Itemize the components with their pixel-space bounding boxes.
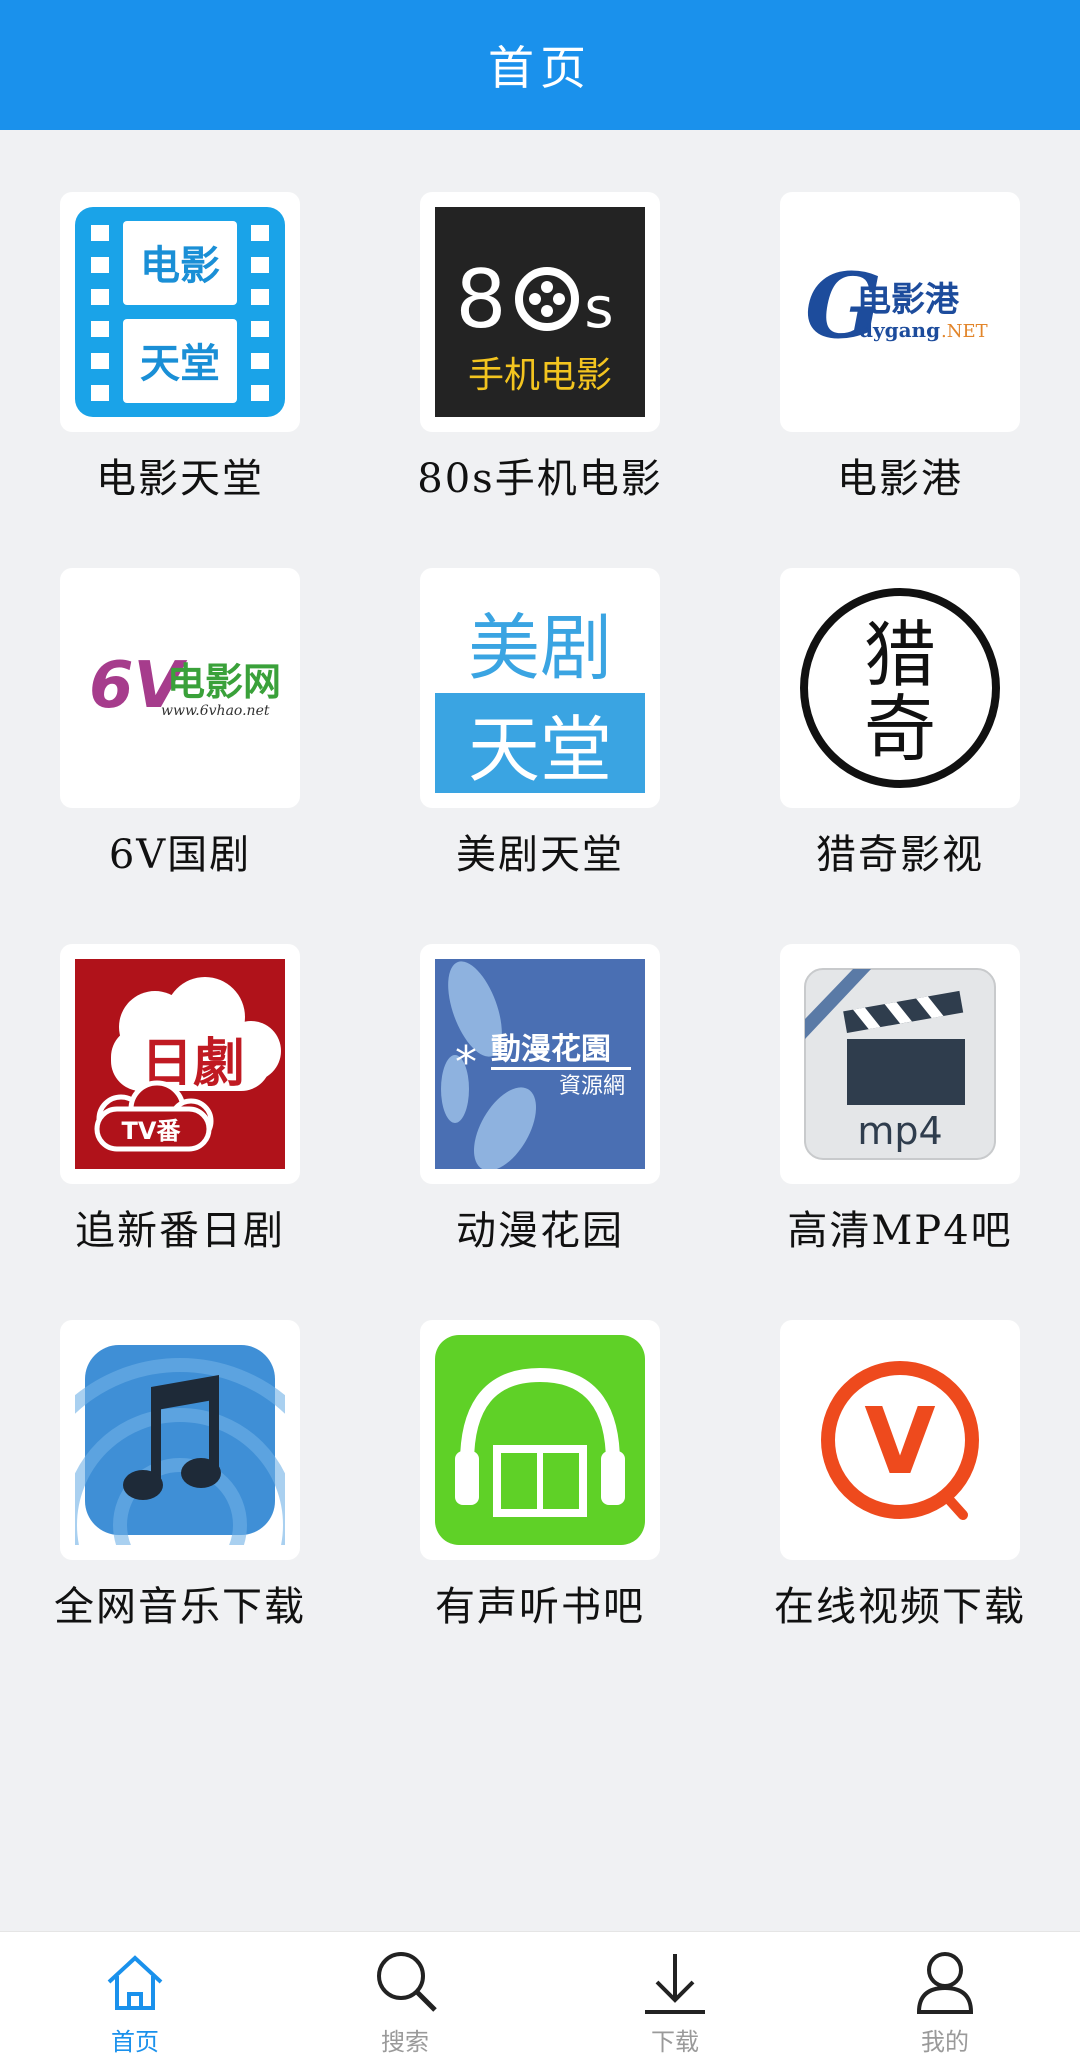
app-tile-video-download[interactable]: V 在线视频下载 xyxy=(720,1258,1080,1634)
app-tile-music[interactable]: 全网音乐下载 xyxy=(0,1258,360,1634)
app-icon-button[interactable]: mp4 xyxy=(780,944,1020,1184)
app-icon-button[interactable]: 电影 天堂 xyxy=(60,192,300,432)
logo-text-bottom: 天堂 xyxy=(140,341,220,387)
app-icon-button[interactable]: 美剧 天堂 xyxy=(420,568,660,808)
app-tile-80s[interactable]: 8 s 手机电影 80s手机电影 xyxy=(360,130,720,506)
mp4-clapper-logo-icon: mp4 xyxy=(795,959,1005,1169)
app-label: 高清MP4吧 xyxy=(787,1208,1013,1254)
tab-label: 我的 xyxy=(921,2028,969,2056)
svg-text:*: * xyxy=(455,1037,477,1088)
logo-text-8: 8 xyxy=(456,253,507,346)
headphones-book-logo-icon xyxy=(435,1335,645,1545)
dongman-huayuan-logo-icon: * 動漫花園 資源網 xyxy=(435,959,645,1169)
logo-text-bottom: 天堂 xyxy=(468,708,612,792)
app-label: 6V国剧 xyxy=(108,832,252,878)
logo-text-main: 動漫花園 xyxy=(491,1032,611,1067)
home-icon xyxy=(107,1955,163,2010)
app-icon-button[interactable]: 8 s 手机电影 xyxy=(420,192,660,432)
tab-home[interactable]: 首页 xyxy=(0,1932,270,2063)
app-label: 80s手机电影 xyxy=(417,456,663,502)
tab-profile[interactable]: 我的 xyxy=(810,1932,1080,2063)
user-icon xyxy=(916,1952,974,2014)
app-tile-audiobook[interactable]: 有声听书吧 xyxy=(360,1258,720,1634)
meiju-tiantang-logo-icon: 美剧 天堂 xyxy=(435,583,645,793)
app-tile-mp4[interactable]: mp4 高清MP4吧 xyxy=(720,882,1080,1258)
top-header: 首页 xyxy=(0,0,1080,130)
search-icon xyxy=(377,1952,437,2012)
download-icon xyxy=(645,1954,705,2014)
app-icon-button[interactable]: G 电影港 dygang .NET xyxy=(780,192,1020,432)
6v-logo-icon: 6V 电影网 www.6vhao.net xyxy=(75,583,285,793)
logo-text-s: s xyxy=(584,276,613,341)
tab-label: 首页 xyxy=(111,2028,159,2056)
app-icon-button[interactable]: 日劇 TV番 xyxy=(60,944,300,1184)
app-tile-lieqi[interactable]: 猎 奇 猎奇影视 xyxy=(720,506,1080,882)
app-icon-button[interactable]: * 動漫花園 資源網 xyxy=(420,944,660,1184)
logo-text-url: www.6vhao.net xyxy=(161,703,270,719)
logo-text-en: dygang xyxy=(859,318,940,342)
app-label: 有声听书吧 xyxy=(435,1584,645,1630)
app-tile-dianying-tiantang[interactable]: 电影 天堂 电影天堂 xyxy=(0,130,360,506)
logo-text-sub: 手机电影 xyxy=(468,355,612,396)
logo-text-top: 美剧 xyxy=(468,606,612,690)
app-label: 全网音乐下载 xyxy=(54,1584,306,1630)
v-download-logo-icon: V xyxy=(795,1335,1005,1545)
logo-text-sub: 資源網 xyxy=(559,1074,625,1099)
logo-text-bottom: 奇 xyxy=(864,687,936,771)
app-icon-button[interactable]: 猎 奇 xyxy=(780,568,1020,808)
riju-cloud-logo-icon: 日劇 TV番 xyxy=(75,959,285,1169)
logo-text-top: 猎 xyxy=(864,613,936,697)
logo-text-net: .NET xyxy=(941,321,988,342)
logo-text-sub: TV番 xyxy=(122,1117,182,1145)
logo-text-mp4: mp4 xyxy=(857,1109,942,1153)
app-icon-button[interactable]: V xyxy=(780,1320,1020,1560)
music-note-logo-icon xyxy=(75,1345,285,1545)
page-title: 首页 xyxy=(488,41,592,95)
app-tile-6v[interactable]: 6V 电影网 www.6vhao.net 6V国剧 xyxy=(0,506,360,882)
app-label: 电影天堂 xyxy=(96,456,264,502)
app-tile-meiju-tiantang[interactable]: 美剧 天堂 美剧天堂 xyxy=(360,506,720,882)
app-icon-button[interactable]: 6V 电影网 www.6vhao.net xyxy=(60,568,300,808)
app-label: 动漫花园 xyxy=(456,1208,624,1254)
80s-logo-icon: 8 s 手机电影 xyxy=(435,207,645,417)
tab-label: 搜索 xyxy=(381,2028,429,2056)
app-icon-button[interactable] xyxy=(420,1320,660,1560)
dygang-logo-icon: G 电影港 dygang .NET xyxy=(795,207,1005,417)
logo-text-top: 电影 xyxy=(140,243,220,289)
tab-search[interactable]: 搜索 xyxy=(270,1932,540,2063)
app-tile-dianying-gang[interactable]: G 电影港 dygang .NET 电影港 xyxy=(720,130,1080,506)
dianying-tiantang-logo-icon: 电影 天堂 xyxy=(75,207,285,417)
app-label: 猎奇影视 xyxy=(816,832,984,878)
app-label: 电影港 xyxy=(837,456,963,502)
tab-download[interactable]: 下载 xyxy=(540,1932,810,2063)
app-icon-button[interactable] xyxy=(60,1320,300,1560)
logo-text-cn: 电影港 xyxy=(857,280,960,320)
bottom-tab-bar: 首页 搜索 下载 我的 xyxy=(0,1931,1080,2063)
logo-text-cn: 电影网 xyxy=(167,660,281,704)
tab-label: 下载 xyxy=(651,2028,699,2056)
app-label: 在线视频下载 xyxy=(774,1584,1026,1630)
lieqi-logo-icon: 猎 奇 xyxy=(800,588,1000,788)
app-tile-dongman-huayuan[interactable]: * 動漫花園 資源網 动漫花园 xyxy=(360,882,720,1258)
logo-text-v: V xyxy=(864,1388,935,1495)
app-label: 美剧天堂 xyxy=(456,832,624,878)
app-tile-riju[interactable]: 日劇 TV番 追新番日剧 xyxy=(0,882,360,1258)
app-label: 追新番日剧 xyxy=(75,1208,285,1254)
